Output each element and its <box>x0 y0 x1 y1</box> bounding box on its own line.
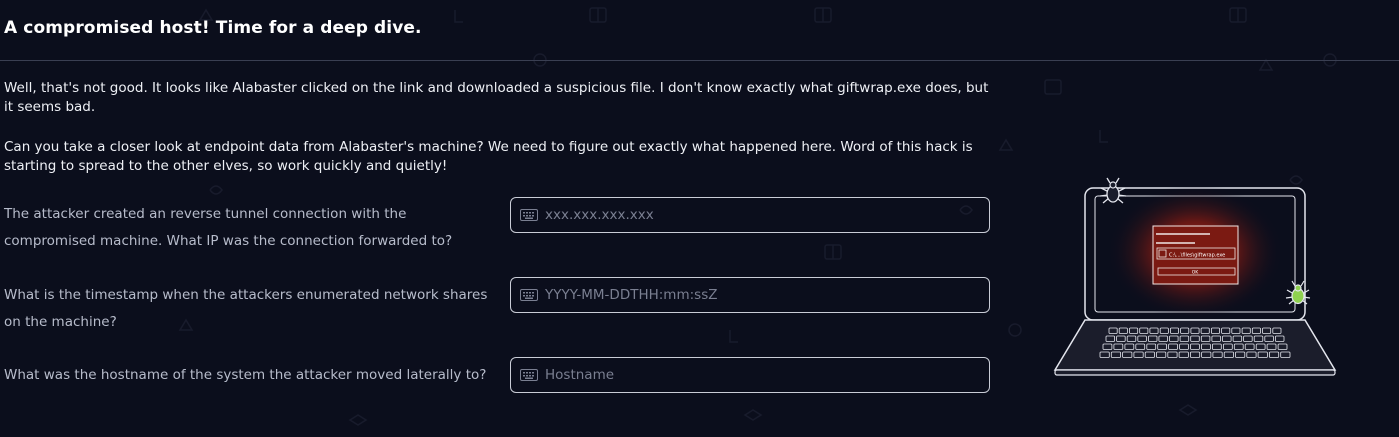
dialog-path-text: C:\...\files\giftwrap.exe <box>1169 253 1225 259</box>
question-3-placeholder: Hostname <box>545 367 615 383</box>
question-1-input[interactable]: xxx.xxx.xxx.xxx <box>510 197 990 233</box>
question-3-input[interactable]: Hostname <box>510 357 990 393</box>
intro-paragraph-2: Can you take a closer look at endpoint d… <box>4 139 973 174</box>
title-divider <box>0 60 1399 61</box>
keyboard-icon <box>520 289 538 301</box>
question-2-placeholder: YYYY-MM-DDTHH:mm:ssZ <box>545 287 718 303</box>
question-2-input[interactable]: YYYY-MM-DDTHH:mm:ssZ <box>510 277 990 313</box>
intro-paragraph-1: Well, that's not good. It looks like Ala… <box>4 80 989 115</box>
question-3-label: What was the hostname of the system the … <box>4 367 487 383</box>
question-2-label: What is the timestamp when the attackers… <box>4 287 488 330</box>
keyboard-icon <box>520 209 538 221</box>
question-1-label: The attacker created an reverse tunnel c… <box>4 206 453 249</box>
keyboard-icon <box>520 369 538 381</box>
question-1-placeholder: xxx.xxx.xxx.xxx <box>545 207 654 223</box>
laptop-illustration: C:\...\files\giftwrap.exe OK <box>1053 177 1337 376</box>
malware-dialog: C:\...\files\giftwrap.exe OK <box>1152 225 1239 285</box>
page-title: A compromised host! Time for a deep dive… <box>4 18 422 38</box>
dialog-ok-button: OK <box>1192 270 1200 276</box>
